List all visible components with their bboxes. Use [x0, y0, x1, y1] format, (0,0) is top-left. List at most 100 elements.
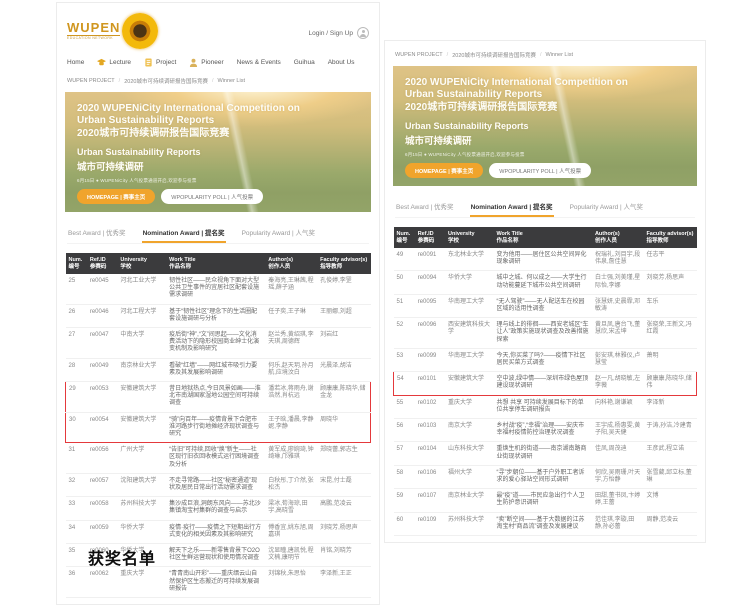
hero-title-zh: 2020城市可持续调研报告国际竞赛 [77, 128, 359, 140]
cell-title: 空中波,绿中情——深圳市绿色屋顶建设现状调研 [493, 372, 591, 395]
table-body-right: 49re0091东北林业大学变为他用——居住区公共空间异化现象调研祝瑞礼,刘目宇… [394, 248, 697, 536]
table-row: 57re0104山东科技大学重焕生机的街道——南京湖南路商业街现状调研佳凤,周茂… [394, 442, 697, 465]
table-row: 28re0049南京林业大学看破“红墙”——网红城市吸引力要素及其发展影响调研何… [66, 358, 371, 381]
popularity-poll-button[interactable]: WPOPULARITY POLL | 人气投票 [161, 189, 263, 204]
tab-nomination-award[interactable]: Nomination Award | 提名奖 [142, 225, 226, 243]
table-row-highlighted: 54re0101安徽建筑大学空中波,绿中情——深圳市绿色屋顶建设现状调研赵一凡,… [394, 372, 697, 395]
table-row: 59re0107南京林业大学最“疫”道——市民应急出行个人卫生防护意识调研田甜,… [394, 489, 697, 512]
table-row: 50re0094华侨大学城中之城、何以成之——大学生行动功能蔓延下城市公共空间调… [394, 271, 697, 294]
breadcrumb-item-competition[interactable]: 2020城市可持续调研报告国际竞赛 [452, 51, 536, 59]
cell-num: 29 [66, 382, 87, 413]
nav-item-lecture[interactable]: Lecture [97, 58, 131, 67]
cell-uni: 河北工业大学 [117, 274, 166, 304]
cell-advisors: 文博 [643, 489, 696, 512]
brand-tagline: EDUCATION NETWORK [67, 37, 120, 41]
cell-num: 28 [66, 358, 87, 381]
col-header-title: Work Title作品名称 [166, 253, 265, 274]
cell-ref: re0046 [87, 304, 118, 327]
table-row: 60re0109苏州科技大学“卖”断空间——基于大数据的江苏淘宝村“商品流”调查… [394, 512, 697, 535]
cell-authors: 何欣,吴雨珊,叶天宇,方怡静 [592, 465, 644, 488]
nav-item-pioneer[interactable]: Pioneer [189, 58, 223, 67]
table-row: 32re0057沈阳建筑大学不走寻常路——社区“秘密通道”现状及居民日常出行活动… [66, 473, 371, 496]
tab-nomination-award[interactable]: Nomination Award | 提名奖 [470, 199, 554, 217]
cell-ref: re0106 [415, 465, 445, 488]
cell-title: 基于“韧性社区”理念下的生活圈配套设施调研与分析 [166, 304, 265, 327]
cell-advisors: 王彦武,程立诺 [643, 442, 696, 465]
cell-num: 56 [394, 419, 415, 442]
breadcrumb-item-project[interactable]: WUPEN PROJECT [67, 78, 115, 84]
cell-title: 变为他用——居住区公共空间异化现象调研 [493, 248, 591, 271]
project-icon [144, 58, 153, 67]
cell-authors: 佳凤,周茂迪 [592, 442, 644, 465]
screenshot-panel-left: WUPEN EDUCATION NETWORK Login / Sign Up … [56, 2, 380, 605]
col-header-university: University学校 [445, 227, 493, 248]
breadcrumb: WUPEN PROJECT / 2020城市可持续调研报告国际竞赛 / Winn… [395, 51, 695, 59]
cell-title: 解天下之乐——新零售背景下O2O社区生鲜运营现状和使用情况调查 [166, 544, 265, 567]
table-row: 51re0095华南理工大学“无人驾驶”——无人配送车在校园区域的适用性调查张慧… [394, 294, 697, 317]
cell-uni: 重庆大学 [445, 395, 493, 418]
cell-advisors: 顾康康,陈晓华,储伟 [643, 372, 696, 395]
col-header-authors: Author(s)创作人员 [592, 227, 644, 248]
login-signup-label: Login / Sign Up [309, 30, 353, 37]
cell-ref: re0091 [415, 248, 445, 271]
nav-item-home[interactable]: Home [67, 59, 84, 66]
nav-item-project[interactable]: Project [144, 58, 176, 67]
hero-subtitle-en: Urban Sustainability Reports [405, 121, 685, 131]
nav-item-guihua[interactable]: Guihua [294, 59, 315, 66]
cell-title: 理与线上的徘徊——西安老城区“车让人”政策实施现状调查及改善措施探索 [493, 318, 591, 349]
cell-advisors: 周晓华 [317, 412, 370, 443]
cell-num: 31 [66, 443, 87, 474]
col-header-authors: Author(s)创作人员 [265, 253, 317, 274]
cell-authors: 何乐,赵天玥,孙月航,应境汶白 [265, 358, 317, 381]
nav-item-news-events[interactable]: News & Events [237, 59, 281, 66]
cell-ref: re0103 [415, 419, 445, 442]
homepage-button[interactable]: HOMEPAGE | 赛事主页 [77, 189, 155, 204]
cell-advisors: 李泽新,王正 [317, 567, 370, 598]
cell-authors: 赵一凡,胡晓敏,左李薇 [592, 372, 644, 395]
cell-advisors: 刘晓芳,杨思声 [643, 271, 696, 294]
cell-uni: 南京大学 [445, 419, 493, 442]
popularity-poll-button[interactable]: WPOPULARITY POLL | 人气投票 [489, 163, 591, 178]
table-row: 36re0062重庆大学“青青南山开彩”——重庆缙云山自然保护区生态搬迁的可持续… [66, 567, 371, 598]
cell-ref: re0095 [415, 294, 445, 317]
table-row: 52re0096西安建筑科技大学理与线上的徘徊——西安老城区“车让人”政策实施现… [394, 318, 697, 349]
cell-uni: 山东科技大学 [445, 442, 493, 465]
nav-item-about-us[interactable]: About Us [328, 59, 355, 66]
cell-num: 57 [394, 442, 415, 465]
breadcrumb-item-competition[interactable]: 2020城市可持续调研报告国际竞赛 [124, 77, 208, 85]
cell-authors: 秦海亮,王琳茜,程瑶,薛子涵 [265, 274, 317, 304]
cell-title: 疫后街“神”,“文”间思起——文化消费活动下的隐形校园商业绅士化演变机制及影响研… [166, 328, 265, 359]
tab-best-award[interactable]: Best Award | 优秀奖 [67, 225, 127, 243]
cell-authors: 梁冰,荀海琼,田宇,高晓雪 [265, 497, 317, 520]
col-header-title: Work Title作品名称 [493, 227, 591, 248]
table-row: 25re0045河北工业大学韧性社区——民众视角下面对大型公共卫生事件的宜居社区… [66, 274, 371, 304]
cell-advisors: 张雪葳,邱立标,董琳 [643, 465, 696, 488]
tab-popularity-award[interactable]: Popularity Award | 人气奖 [241, 225, 316, 243]
cell-title: “卖”断空间——基于大数据的江苏淘宝村“商品流”调查及发展建议 [493, 512, 591, 535]
cell-ref: re0056 [87, 443, 118, 474]
cell-advisors: 王丽娜,刘超 [317, 304, 370, 327]
hero-title-en: 2020 WUPENiCity International Competitio… [77, 103, 327, 127]
cell-uni: 苏州科技大学 [445, 512, 493, 535]
table-row: 33re0058苏州科技大学集沙成巨浪,洞朗东风向——苏北沙集镇淘宝村集群的调查… [66, 497, 371, 520]
cell-uni: 重庆大学 [117, 567, 166, 598]
cell-advisors: 任志平 [643, 248, 696, 271]
cell-advisors: 李泽新 [643, 395, 696, 418]
cell-num: 55 [394, 395, 415, 418]
homepage-button[interactable]: HOMEPAGE | 赛事主页 [405, 163, 483, 178]
tab-best-award[interactable]: Best Award | 优秀奖 [395, 199, 455, 217]
main-nav: Home Lecture Project Pioneer News & Even… [67, 58, 369, 67]
cell-authors: 白秋彤,丁介然,张松杰 [265, 473, 317, 496]
breadcrumb-item-project[interactable]: WUPEN PROJECT [395, 52, 443, 58]
site-logo[interactable]: WUPEN EDUCATION NETWORK [67, 13, 158, 49]
cell-uni: 华侨大学 [117, 520, 166, 543]
cell-title: 看破“红墙”——网红城市吸引力要素及其发展影响调研 [166, 358, 265, 381]
tab-popularity-award[interactable]: Popularity Award | 人气奖 [569, 199, 644, 217]
login-signup[interactable]: Login / Sign Up [309, 27, 369, 39]
cell-authors: 范佳琪,李璇,田静,孙必蕾 [592, 512, 644, 535]
col-header-num: Num.编号 [394, 227, 415, 248]
cell-ref: re0102 [415, 395, 445, 418]
cell-uni: 苏州科技大学 [117, 497, 166, 520]
cell-authors: 黄旦凤,唐台飞,董慧欣,宋孟坤 [592, 318, 644, 349]
cell-advisors: 周静,范凌云 [643, 512, 696, 535]
